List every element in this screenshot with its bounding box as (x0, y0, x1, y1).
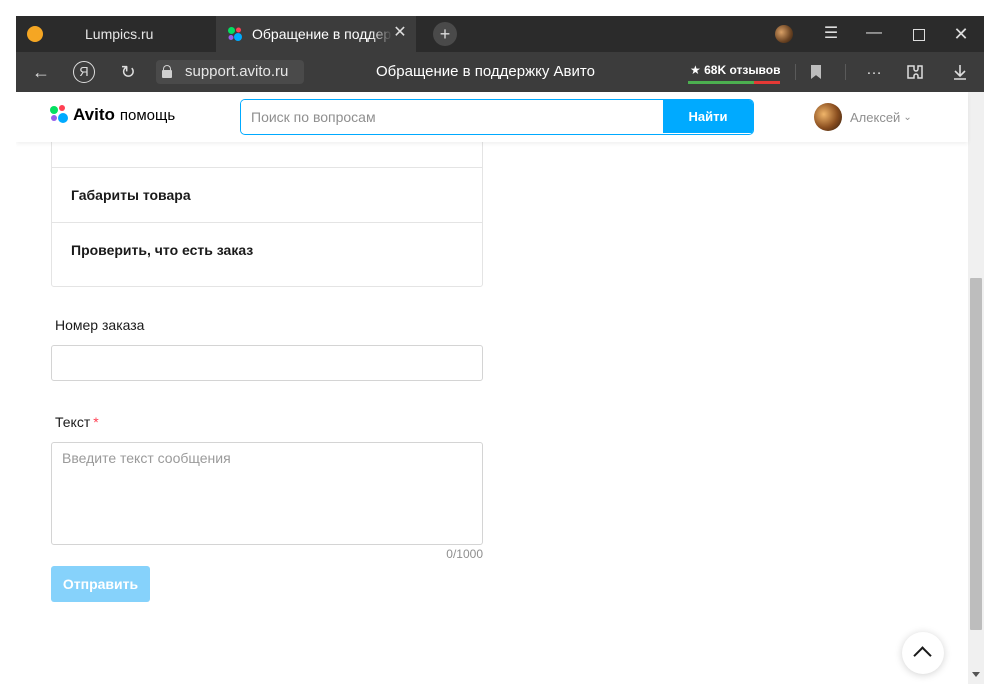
bookmark-icon[interactable] (811, 65, 821, 79)
tab-avito-support[interactable]: Обращение в поддержку ✕ (216, 16, 416, 52)
close-window-icon[interactable]: ✕ (949, 22, 973, 46)
reload-icon[interactable]: ↻ (116, 60, 140, 84)
new-tab-button[interactable]: + (433, 22, 457, 46)
avatar (814, 103, 842, 131)
scroll-to-top-button[interactable] (902, 632, 944, 674)
rating-bar (688, 81, 780, 84)
yandex-icon[interactable]: Я (73, 61, 95, 83)
option-item[interactable]: Проверить, что есть заказ (52, 222, 482, 277)
divider (795, 64, 796, 80)
minimize-icon[interactable]: — (862, 22, 886, 46)
logo-brand: Avito (73, 105, 115, 124)
scrollbar[interactable] (968, 92, 984, 684)
browser-window: Lumpics.ru Обращение в поддержку ✕ + ☰ —… (16, 16, 984, 684)
tab-bar: Lumpics.ru Обращение в поддержку ✕ + ☰ —… (16, 16, 984, 52)
close-tab-icon[interactable]: ✕ (391, 24, 409, 42)
search-input[interactable] (241, 100, 661, 133)
reviews-badge[interactable]: ★ 68K отзывов (688, 60, 781, 84)
tab-label: Lumpics.ru (85, 26, 154, 42)
user-name: Алексей (850, 109, 901, 125)
text-label: Текст * (55, 414, 99, 430)
submit-button[interactable]: Отправить (51, 566, 150, 602)
lock-icon (162, 65, 172, 78)
scroll-down-arrow-icon[interactable] (972, 672, 980, 677)
option-item[interactable]: Габариты товара (52, 167, 482, 222)
scrollbar-thumb[interactable] (970, 278, 982, 630)
user-menu[interactable]: Алексей ⌄ (814, 102, 912, 132)
order-number-label: Номер заказа (55, 317, 145, 333)
required-mark: * (93, 414, 99, 430)
url-box[interactable]: support.avito.ru (156, 60, 304, 84)
url-text: support.avito.ru (185, 63, 289, 80)
option-label: Габариты товара (71, 187, 191, 203)
tab-label: Обращение в поддержку (252, 26, 392, 42)
option-label: Проверить, что есть заказ (71, 242, 254, 258)
avito-logo-icon (50, 105, 70, 125)
search-bar: Найти (240, 99, 754, 135)
text-label-text: Текст (55, 414, 91, 430)
logo-suffix: помощь (119, 106, 176, 124)
reviews-text: ★ 68K отзывов (690, 63, 781, 77)
maximize-icon[interactable] (906, 22, 930, 46)
char-counter: 0/1000 (446, 547, 483, 561)
back-arrow-icon[interactable]: ← (29, 60, 53, 84)
address-bar: ← Я ↻ support.avito.ru Обращение в подде… (16, 52, 984, 92)
extensions-icon[interactable] (905, 62, 925, 82)
support-form: Габариты товара Проверить, что есть зака… (16, 142, 968, 684)
topic-options: Габариты товара Проверить, что есть зака… (51, 142, 483, 287)
avito-favicon-icon (228, 27, 242, 41)
search-button[interactable]: Найти (663, 100, 753, 133)
tab-lumpics[interactable]: Lumpics.ru (16, 16, 216, 52)
chevron-down-icon: ⌄ (903, 111, 912, 123)
lumpics-favicon-icon (27, 26, 43, 42)
download-icon[interactable] (950, 62, 970, 82)
avito-help-logo[interactable]: Avito помощь (50, 104, 175, 126)
page-title: Обращение в поддержку Авито (376, 63, 595, 80)
profile-avatar-icon[interactable] (775, 25, 793, 43)
divider (845, 64, 846, 80)
order-number-input[interactable] (51, 345, 483, 381)
menu-icon[interactable]: ☰ (819, 22, 843, 46)
more-icon[interactable]: … (862, 60, 886, 84)
site-header: Avito помощь Найти Алексей ⌄ (16, 92, 968, 142)
message-textarea[interactable] (51, 442, 483, 545)
